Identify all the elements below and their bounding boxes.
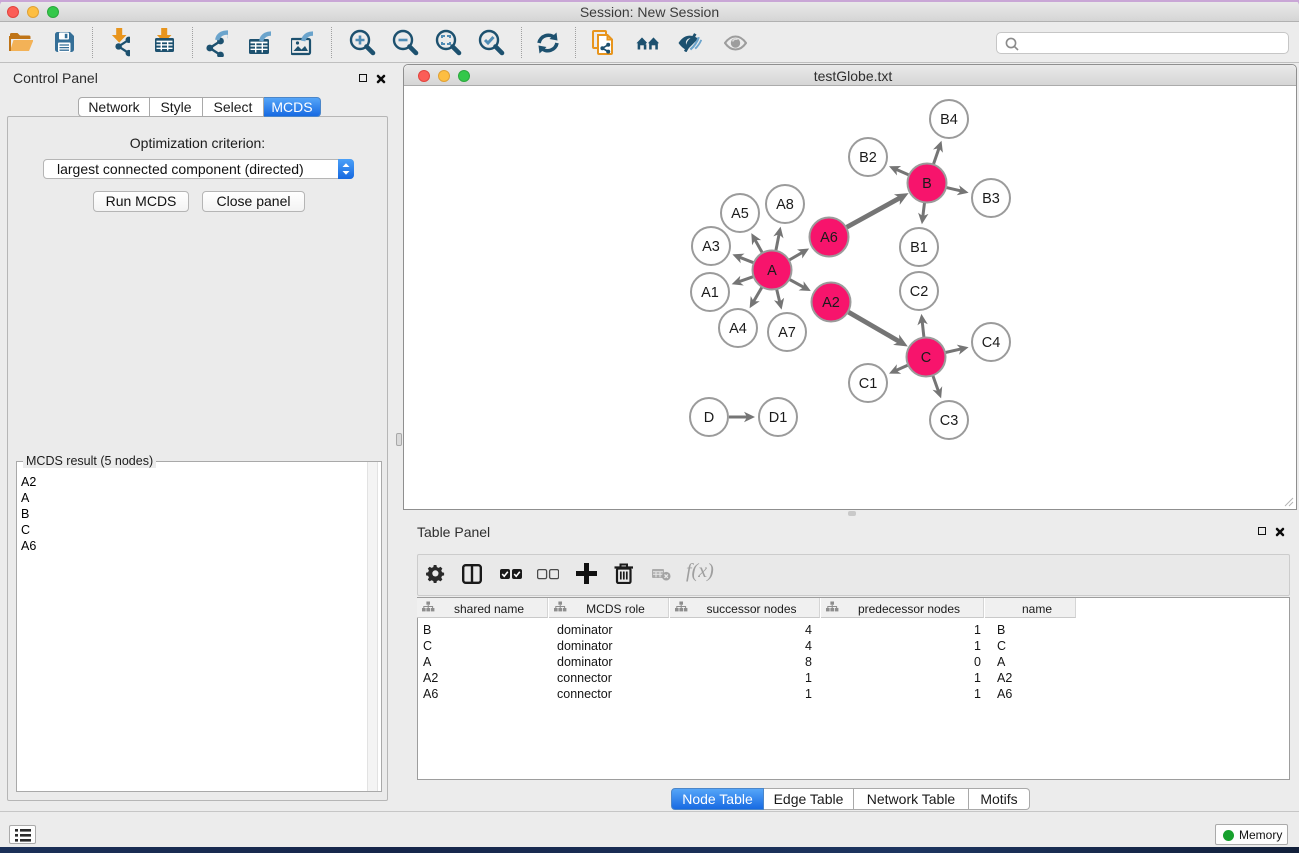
svg-text:A2: A2 bbox=[822, 295, 840, 311]
svg-text:A1: A1 bbox=[701, 285, 719, 301]
svg-text:B1: B1 bbox=[910, 240, 928, 256]
svg-text:D1: D1 bbox=[769, 410, 788, 426]
svg-text:B2: B2 bbox=[859, 150, 877, 166]
svg-text:A: A bbox=[767, 263, 777, 279]
svg-text:C: C bbox=[921, 350, 931, 366]
svg-text:A5: A5 bbox=[731, 206, 749, 222]
svg-text:A4: A4 bbox=[729, 321, 747, 337]
svg-text:C4: C4 bbox=[982, 335, 1001, 351]
svg-text:D: D bbox=[704, 410, 714, 426]
svg-text:A6: A6 bbox=[820, 230, 838, 246]
svg-text:C2: C2 bbox=[910, 284, 929, 300]
svg-text:C3: C3 bbox=[940, 413, 959, 429]
svg-text:A3: A3 bbox=[702, 239, 720, 255]
svg-text:B3: B3 bbox=[982, 191, 1000, 207]
svg-text:A8: A8 bbox=[776, 197, 794, 213]
svg-text:B: B bbox=[922, 176, 932, 192]
svg-text:B4: B4 bbox=[940, 112, 958, 128]
svg-text:A7: A7 bbox=[778, 325, 796, 341]
svg-text:C1: C1 bbox=[859, 376, 878, 392]
